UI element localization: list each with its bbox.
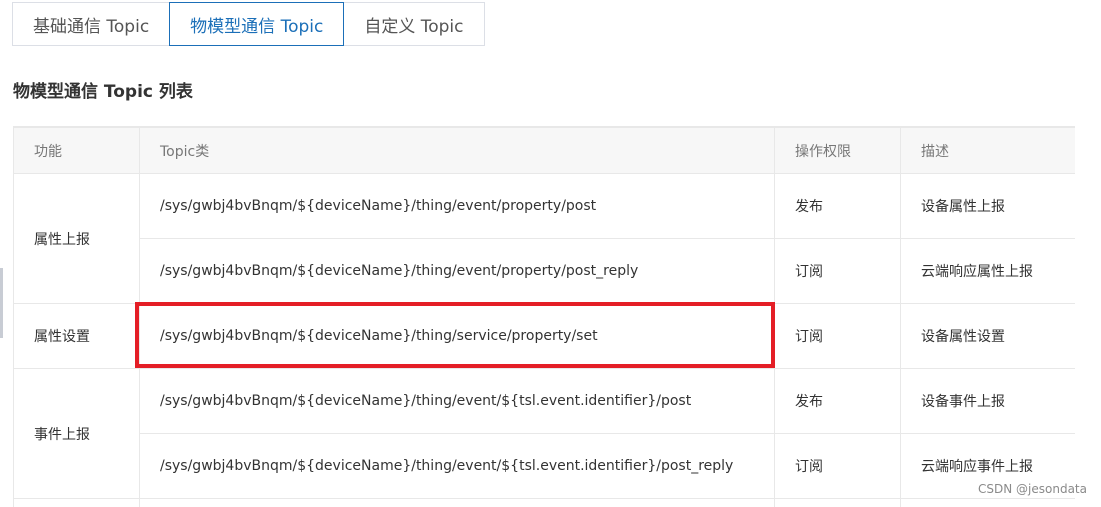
description-cell: 云端响应属性上报	[900, 238, 1075, 304]
topic-cell: /sys/gwbj4bvBnqm/${deviceName}/thing/eve…	[139, 433, 775, 499]
empty-cell	[139, 498, 775, 507]
topic-table-container: 功能 Topic类 操作权限 描述 属性上报 /sys/gwbj4bvBnqm/…	[13, 126, 1075, 507]
topic-cell: /sys/gwbj4bvBnqm/${deviceName}/thing/eve…	[139, 238, 775, 304]
function-cell: 属性设置	[13, 303, 140, 369]
table-row: 事件上报 /sys/gwbj4bvBnqm/${deviceName}/thin…	[13, 368, 1075, 499]
empty-cell	[900, 498, 1075, 507]
table-header-row: 功能 Topic类 操作权限 描述	[13, 127, 1075, 174]
description-cell: 设备属性上报	[900, 173, 1075, 239]
topic-table: 功能 Topic类 操作权限 描述 属性上报 /sys/gwbj4bvBnqm/…	[13, 127, 1075, 507]
tab-thing-model-topic[interactable]: 物模型通信 Topic	[169, 2, 345, 46]
section-title: 物模型通信 Topic 列表	[13, 82, 193, 102]
tab-custom-topic[interactable]: 自定义 Topic	[343, 2, 485, 46]
table-row: /sys/gwbj4bvBnqm/${deviceName}/thing/eve…	[14, 238, 1075, 304]
table-row-partial	[13, 498, 1075, 507]
header-topic-class: Topic类	[139, 127, 775, 174]
permission-cell: 订阅	[774, 238, 901, 304]
topic-cell: /sys/gwbj4bvBnqm/${deviceName}/thing/eve…	[139, 173, 775, 239]
header-function: 功能	[13, 127, 140, 174]
topic-tabs: 基础通信 Topic 物模型通信 Topic 自定义 Topic	[12, 2, 485, 46]
description-cell: 设备事件上报	[900, 368, 1075, 434]
permission-cell: 发布	[774, 368, 901, 434]
empty-cell	[774, 498, 901, 507]
permission-cell: 订阅	[774, 303, 901, 369]
watermark: CSDN @jesondata	[978, 482, 1087, 496]
permission-cell: 订阅	[774, 433, 901, 499]
header-permission: 操作权限	[774, 127, 901, 174]
topic-cell: /sys/gwbj4bvBnqm/${deviceName}/thing/eve…	[139, 368, 775, 434]
topic-cell: /sys/gwbj4bvBnqm/${deviceName}/thing/ser…	[139, 303, 775, 369]
table-row: 属性设置 /sys/gwbj4bvBnqm/${deviceName}/thin…	[13, 303, 1075, 369]
permission-cell: 发布	[774, 173, 901, 239]
tab-basic-topic[interactable]: 基础通信 Topic	[12, 2, 171, 46]
empty-cell	[13, 498, 140, 507]
description-cell: 设备属性设置	[900, 303, 1075, 369]
page: 基础通信 Topic 物模型通信 Topic 自定义 Topic 物模型通信 T…	[0, 0, 1101, 507]
table-row: /sys/gwbj4bvBnqm/${deviceName}/thing/eve…	[14, 433, 1075, 499]
header-description: 描述	[900, 127, 1075, 174]
function-cell: 事件上报	[13, 368, 140, 499]
function-cell: 属性上报	[13, 173, 140, 304]
left-edge-divider	[0, 268, 3, 338]
table-row: 属性上报 /sys/gwbj4bvBnqm/${deviceName}/thin…	[13, 173, 1075, 304]
